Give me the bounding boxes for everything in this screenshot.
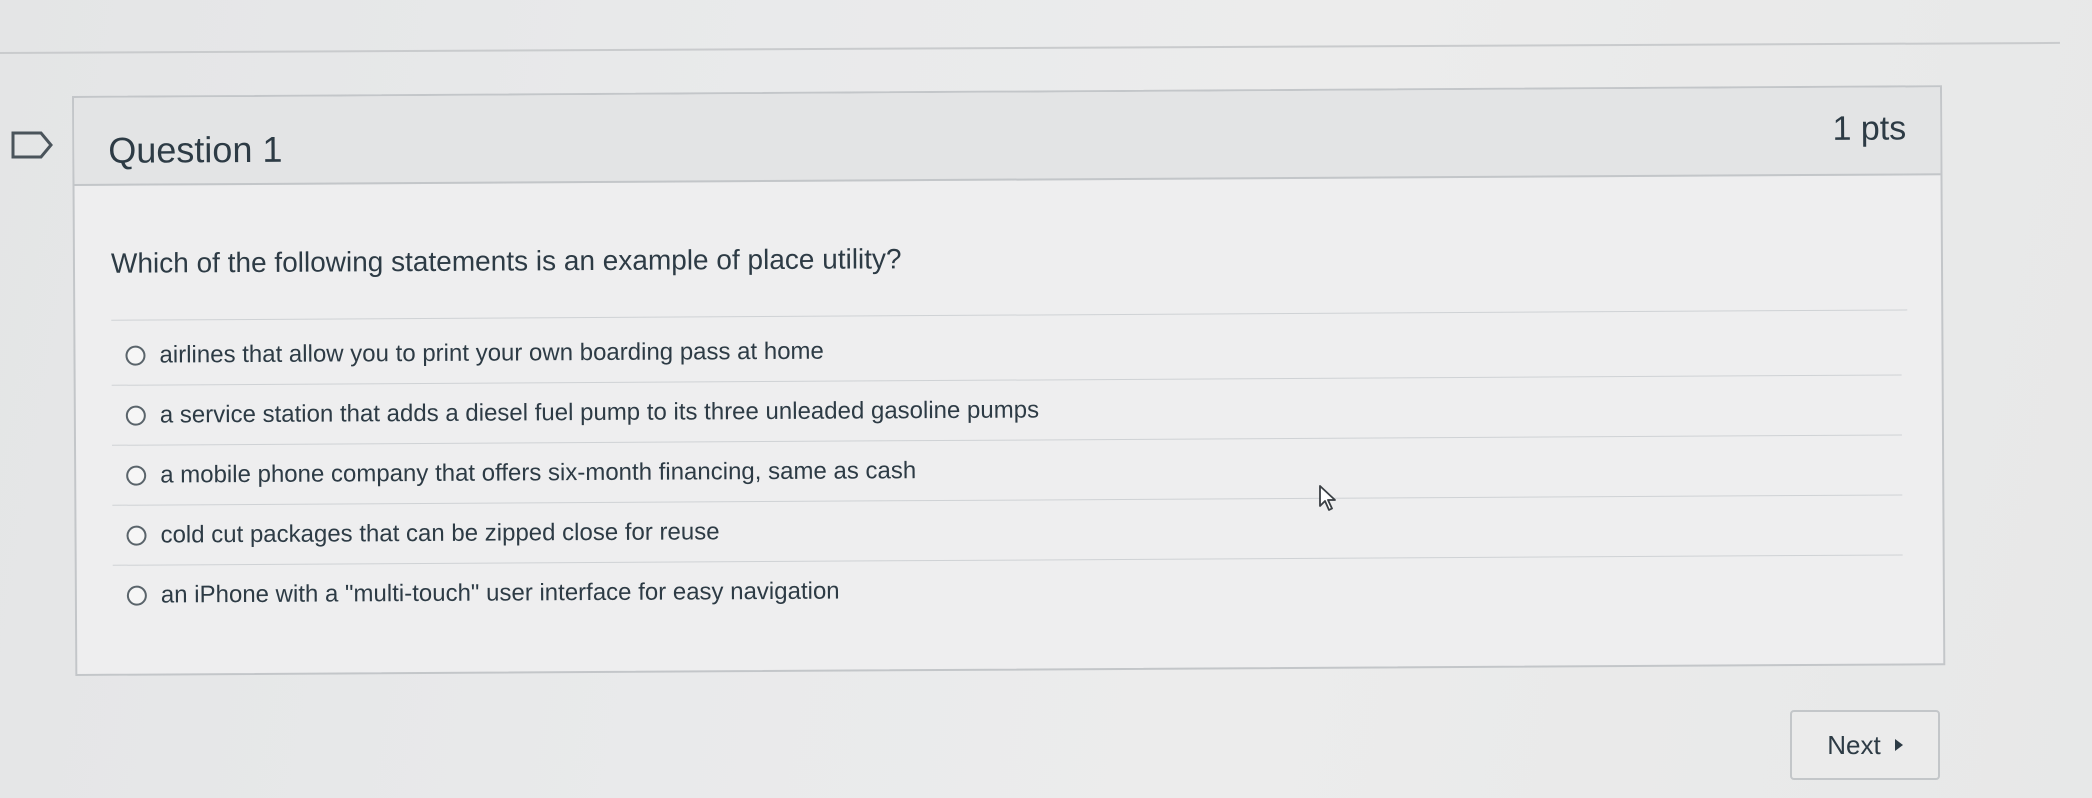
answer-label: an iPhone with a "multi-touch" user inte…: [160, 577, 840, 608]
question-text: Which of the following statements is an …: [110, 243, 902, 279]
answer-option[interactable]: an iPhone with a "multi-touch" user inte…: [113, 555, 1903, 624]
radio-unselected-icon[interactable]: [126, 465, 147, 486]
mouse-pointer-icon: [1319, 485, 1336, 511]
radio-unselected-icon[interactable]: [125, 405, 146, 426]
radio-unselected-icon[interactable]: [125, 345, 146, 366]
flag-question-icon[interactable]: [10, 130, 54, 160]
answer-label: a service station that adds a diesel fue…: [159, 395, 1040, 428]
question-points: 1 pts: [1832, 109, 1907, 148]
question-header: Question 1 1 pts: [74, 87, 1941, 186]
radio-unselected-icon[interactable]: [126, 585, 147, 606]
answer-list: airlines that allow you to print your ow…: [111, 315, 1903, 624]
answer-option[interactable]: airlines that allow you to print your ow…: [111, 315, 1902, 386]
answer-label: a mobile phone company that offers six-m…: [160, 456, 917, 488]
top-divider: [0, 41, 2060, 54]
question-title: Question 1: [108, 128, 283, 171]
question-card: Question 1 1 pts Which of the following …: [72, 85, 1946, 676]
next-button-label: Next: [1827, 729, 1881, 760]
answer-label: airlines that allow you to print your ow…: [159, 337, 824, 369]
answer-option[interactable]: cold cut packages that can be zipped clo…: [112, 495, 1903, 566]
next-button[interactable]: Next: [1790, 710, 1940, 780]
answer-label: cold cut packages that can be zipped clo…: [160, 517, 720, 548]
answer-option[interactable]: a mobile phone company that offers six-m…: [112, 435, 1903, 506]
caret-right-icon: [1894, 739, 1903, 751]
answer-option[interactable]: a service station that adds a diesel fue…: [111, 375, 1902, 446]
radio-unselected-icon[interactable]: [126, 525, 147, 546]
